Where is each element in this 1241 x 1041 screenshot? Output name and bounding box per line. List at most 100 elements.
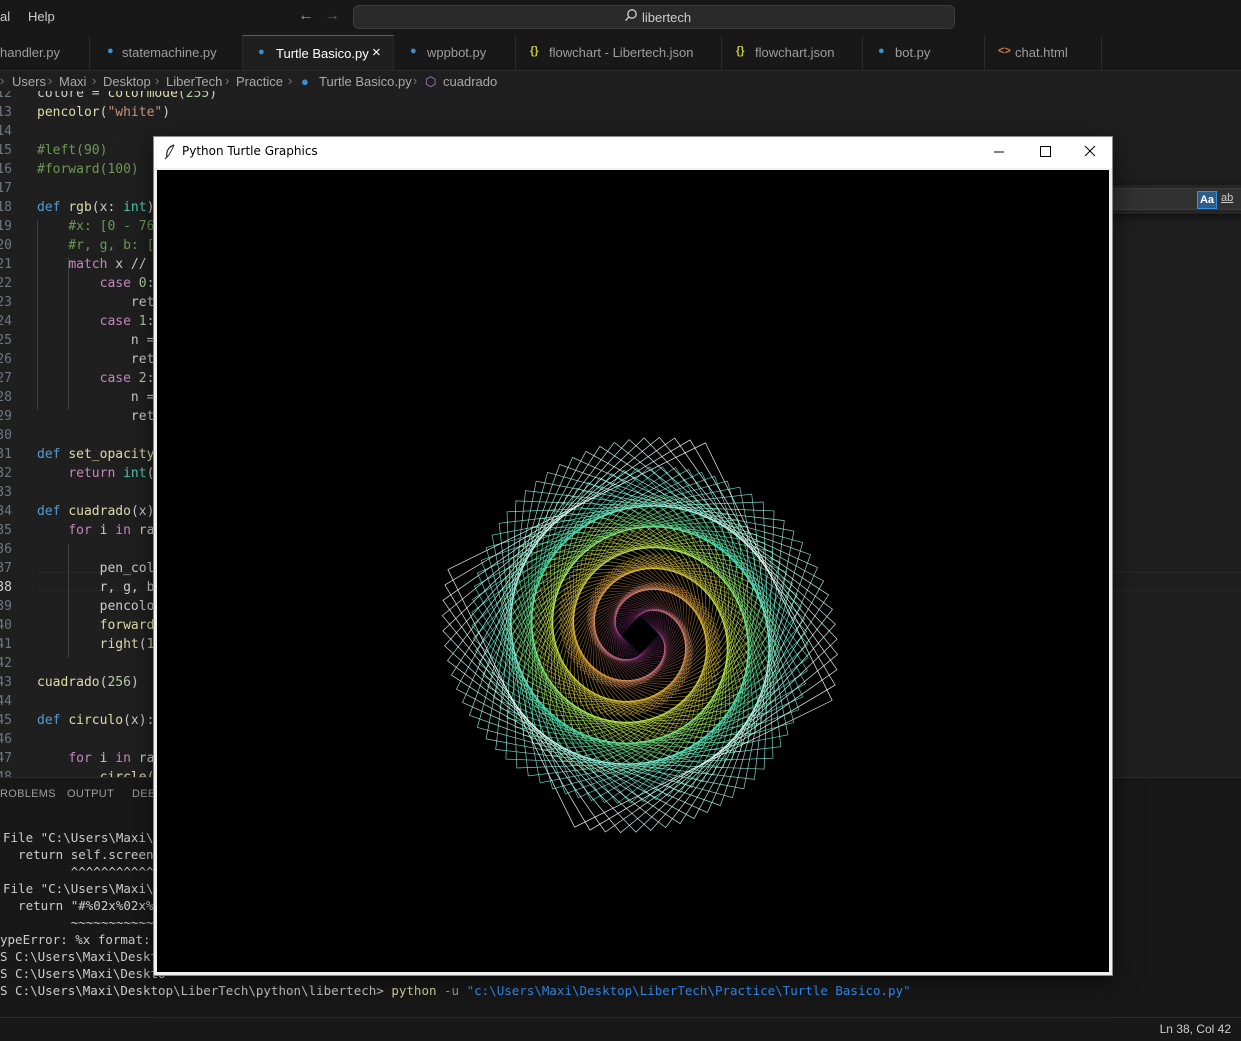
line-number: 34 — [0, 504, 12, 519]
tab-label: Turtle Basico.py — [276, 46, 369, 61]
tab-bot-py[interactable]: ● bot.py — [863, 35, 985, 70]
tab-label: flowchart.json — [755, 45, 835, 60]
python-file-icon: ● — [107, 45, 114, 57]
search-icon — [625, 9, 637, 21]
python-file-icon: ● — [301, 74, 309, 89]
spiral-segment — [612, 607, 668, 663]
line-source: case 2: — [99, 371, 155, 386]
line-source: r, g, b — [37, 580, 155, 595]
line-number: 41 — [0, 637, 12, 652]
tab-flowchart-json[interactable]: {} flowchart.json — [722, 35, 863, 70]
line-number: 35 — [0, 523, 12, 538]
minimize-button[interactable] — [976, 137, 1022, 167]
tab-handler-py[interactable]: handler.py — [0, 35, 90, 70]
line-source: case 0: — [99, 276, 155, 291]
line-number: 23 — [0, 295, 12, 310]
spiral-segment — [522, 517, 758, 753]
editor-tab-bar: handler.py ● statemachine.py ● Turtle Ba… — [0, 35, 1241, 71]
tab-label: bot.py — [895, 45, 931, 60]
tab-wppbot-py[interactable]: ● wppbot.py — [394, 35, 516, 70]
spiral-segment — [536, 531, 744, 739]
spiral-segment — [590, 585, 690, 685]
close-icon — [1084, 145, 1096, 157]
match-whole-word-toggle[interactable]: ab — [1221, 192, 1233, 204]
terminal-flag: -u — [436, 983, 467, 998]
close-tab-icon[interactable]: × — [372, 44, 381, 61]
spiral-segment — [492, 487, 788, 783]
terminal-line: return self.screen. — [3, 847, 162, 862]
spiral-segment — [531, 526, 749, 744]
tab-label: statemachine.py — [122, 45, 217, 60]
breadcrumb-item[interactable]: cuadrado — [443, 74, 497, 89]
line-number: 28 — [0, 390, 12, 405]
json-file-icon: {} — [530, 45, 539, 57]
line-source: #forward(100) — [37, 162, 139, 177]
code-line[interactable]: 13 pencolor("white") — [0, 103, 1241, 122]
line-number: 44 — [0, 694, 12, 709]
spiral-segment — [540, 535, 740, 735]
spiral-segment — [447, 442, 833, 828]
line-number: 12 — [0, 91, 12, 101]
spiral-segment — [478, 473, 802, 797]
spiral-segment — [566, 561, 714, 709]
menu-terminal[interactable]: al — [0, 9, 10, 24]
line-number: 15 — [0, 143, 12, 158]
python-file-icon: ● — [258, 46, 265, 58]
breadcrumb-item[interactable]: LiberTech — [166, 74, 222, 89]
turtle-window-title: Python Turtle Graphics — [182, 144, 318, 158]
breadcrumb-item[interactable]: Users — [12, 74, 46, 89]
breadcrumb: › Users › Maxi › Desktop › LiberTech › P… — [0, 71, 1241, 91]
line-source: pencolor("white") — [37, 105, 171, 120]
code-line[interactable]: 12 colore = colormode(255) — [0, 91, 1241, 103]
command-center-search[interactable]: libertech — [353, 5, 955, 29]
maximize-button[interactable] — [1022, 137, 1068, 167]
menu-help[interactable]: Help — [28, 9, 55, 24]
tab-statemachine-py[interactable]: ● statemachine.py — [90, 35, 243, 70]
line-number: 25 — [0, 333, 12, 348]
breadcrumb-item[interactable]: Practice — [236, 74, 283, 89]
breadcrumb-item[interactable]: Desktop — [103, 74, 151, 89]
spiral-segment — [592, 587, 688, 683]
breadcrumb-item[interactable]: Turtle Basico.py — [319, 74, 412, 89]
tab-turtle-basico-py[interactable]: ● Turtle Basico.py × — [243, 35, 394, 70]
line-number: 46 — [0, 732, 12, 747]
terminal-line: S C:\Users\Maxi\Deskto — [0, 949, 166, 964]
line-number: 27 — [0, 371, 12, 386]
forward-arrow-icon[interactable]: → — [324, 7, 340, 25]
tab-problems[interactable]: ROBLEMS — [0, 788, 56, 800]
spiral-segment — [508, 503, 772, 767]
terminal-prompt-line[interactable]: S C:\Users\Maxi\Desktop\LiberTech\python… — [0, 982, 911, 999]
close-button[interactable] — [1067, 137, 1113, 167]
line-number: 36 — [0, 542, 12, 557]
line-source: def set_opacity — [37, 447, 155, 462]
tab-output[interactable]: OUTPUT — [67, 788, 114, 800]
spiral-segment — [613, 608, 667, 662]
minimize-icon — [994, 151, 1004, 153]
spiral-segment — [472, 467, 808, 803]
cursor-position[interactable]: Ln 38, Col 42 — [1160, 1022, 1231, 1036]
spiral-segment — [615, 610, 665, 660]
line-number: 33 — [0, 485, 12, 500]
line-source: ret — [37, 409, 155, 424]
tab-label: chat.html — [1015, 45, 1068, 60]
turtle-window-titlebar[interactable]: Python Turtle Graphics — [154, 137, 1112, 168]
line-source: match x // — [68, 257, 147, 272]
line-number: 21 — [0, 257, 12, 272]
spiral-segment — [613, 608, 667, 662]
turtle-canvas[interactable] — [157, 170, 1109, 972]
turtle-graphics-window: Python Turtle Graphics — [153, 136, 1113, 976]
maximize-icon — [1040, 146, 1051, 157]
tab-flowchart-libertech-json[interactable]: {} flowchart - Libertech.json — [516, 35, 722, 70]
tab-chat-html[interactable]: <> chat.html — [985, 35, 1102, 70]
match-case-toggle[interactable]: Aa — [1197, 191, 1217, 209]
spiral-segment — [444, 439, 836, 831]
tab-debug-console[interactable]: DEB — [132, 788, 156, 800]
breadcrumb-item[interactable]: Maxi — [59, 74, 86, 89]
spiral-segment — [531, 526, 749, 744]
line-number: 14 — [0, 124, 12, 139]
back-arrow-icon[interactable]: ← — [298, 7, 314, 25]
line-source: right(1 — [99, 637, 155, 652]
line-number: 26 — [0, 352, 12, 367]
tab-label: handler.py — [0, 45, 60, 60]
spiral-segment — [586, 581, 694, 689]
